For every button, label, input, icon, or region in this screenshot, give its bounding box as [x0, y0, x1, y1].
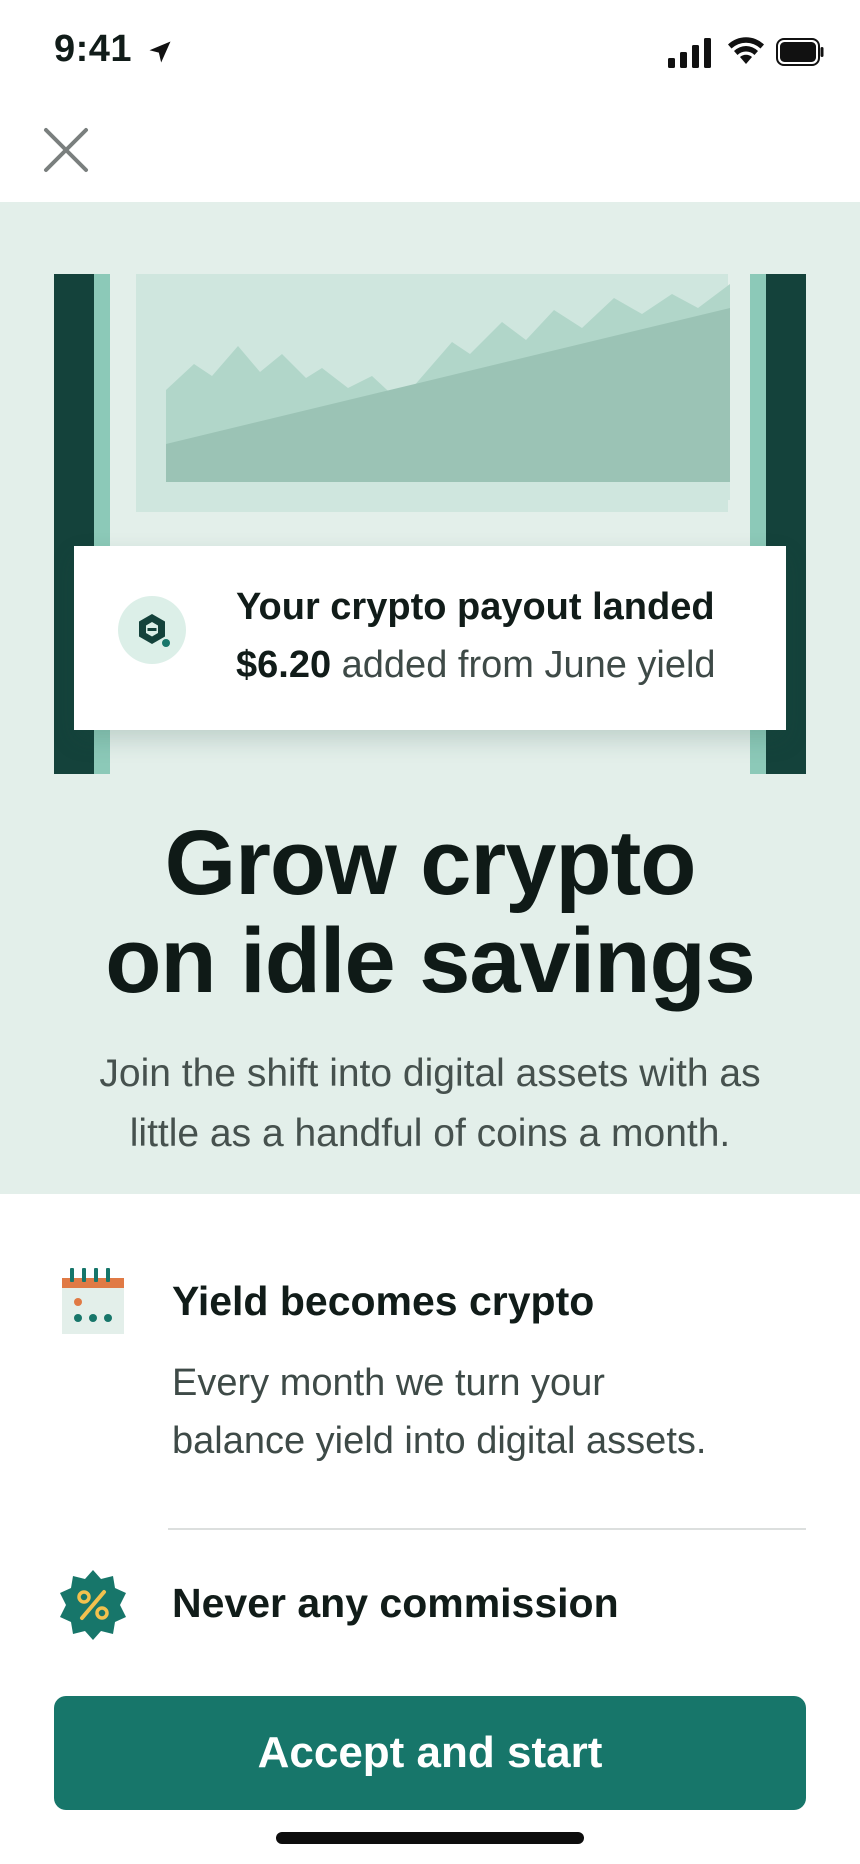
notification-detail-line: $6.20 added from June yield	[236, 644, 716, 687]
percent-badge-icon	[60, 1570, 126, 1640]
close-icon[interactable]	[40, 124, 92, 176]
cellular-signal-icon	[668, 38, 711, 68]
payout-amount: $6.20	[236, 644, 332, 686]
status-bar: 9:41	[0, 0, 860, 100]
title-line: Grow crypto	[164, 812, 697, 914]
feature-description-line: Every month we turn your	[172, 1362, 605, 1404]
subtitle-line: little as a handful of coins a month.	[129, 1112, 731, 1155]
payout-notification-card: Your crypto payout landed $6.20 added fr…	[74, 546, 786, 730]
status-time: 9:41	[54, 28, 133, 70]
battery-icon	[776, 38, 824, 66]
calendar-icon	[62, 1268, 124, 1334]
accept-and-start-button[interactable]: Accept and start	[54, 1696, 806, 1810]
notification-title: Your crypto payout landed	[236, 586, 715, 628]
wifi-icon	[728, 37, 764, 64]
coin-logo-icon	[118, 596, 186, 664]
growth-chart-graphic	[154, 284, 730, 500]
feature-title: Never any commission	[172, 1580, 619, 1626]
location-arrow-icon	[149, 41, 171, 63]
feature-description: Every month we turn your balance yield i…	[172, 1354, 792, 1470]
page-title: Grow crypto on idle savings	[0, 814, 860, 1010]
feature-divider	[168, 1528, 806, 1530]
feature-description-line: balance yield into digital assets.	[172, 1420, 707, 1462]
onboarding-screen: 9:41 Your crypto payout landed $6.20 add…	[0, 0, 860, 1864]
payout-illustration: Your crypto payout landed $6.20 added fr…	[54, 274, 806, 774]
title-line: on idle savings	[105, 910, 756, 1012]
hero-section: Your crypto payout landed $6.20 added fr…	[0, 202, 860, 1194]
subtitle-line: Join the shift into digital assets with …	[99, 1052, 761, 1095]
home-indicator	[276, 1832, 584, 1844]
payout-detail: added from June yield	[341, 644, 716, 686]
page-subtitle: Join the shift into digital assets with …	[40, 1044, 820, 1164]
feature-title: Yield becomes crypto	[172, 1278, 595, 1324]
